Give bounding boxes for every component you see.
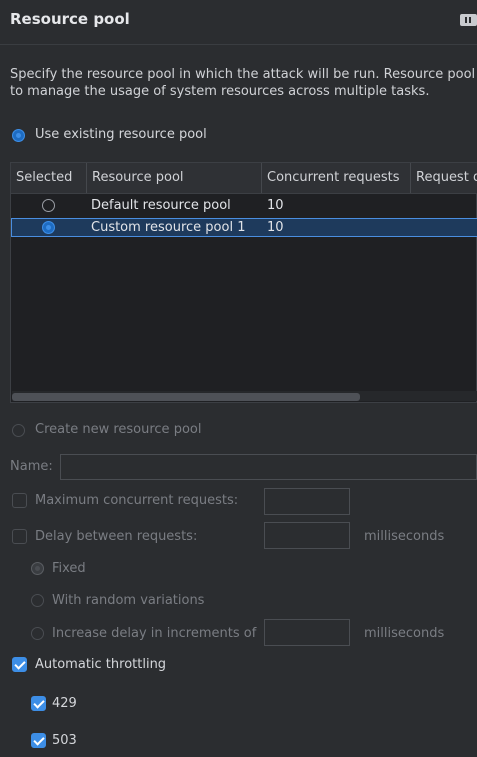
column-header-resource-pool[interactable]: Resource pool (87, 163, 262, 193)
column-header-concurrent-requests[interactable]: Concurrent requests (262, 163, 411, 193)
description-line-1: Specify the resource pool in which the a… (10, 67, 476, 82)
fixed-label: Fixed (52, 561, 86, 576)
increase-delay-radio[interactable] (31, 627, 44, 640)
max-concurrent-label: Maximum concurrent requests: (35, 493, 239, 508)
code-503-checkbox[interactable] (31, 733, 46, 748)
random-variations-label: With random variations (52, 593, 205, 608)
panel-header: Resource pool (0, 0, 477, 45)
row-concurrent-requests: 10 (267, 220, 284, 235)
delay-checkbox[interactable] (12, 529, 27, 544)
random-variations-radio[interactable] (31, 594, 44, 607)
table-header: Selected Resource pool Concurrent reques… (11, 163, 477, 194)
table-row[interactable]: Default resource pool 10 (11, 196, 477, 215)
name-label: Name: (10, 459, 53, 474)
code-429-label: 429 (52, 696, 77, 711)
code-503-label: 503 (52, 733, 77, 748)
column-header-request-delay[interactable]: Request d (411, 163, 477, 193)
description-line-2: to manage the usage of system resources … (10, 84, 430, 99)
column-header-selected[interactable]: Selected (11, 163, 87, 193)
table-row-selected[interactable]: Custom resource pool 1 10 (11, 218, 477, 237)
increase-delay-input[interactable] (264, 619, 350, 646)
name-input[interactable] (60, 454, 477, 480)
auto-throttling-label: Automatic throttling (35, 657, 167, 672)
row-select-radio[interactable] (42, 199, 55, 212)
use-existing-radio[interactable] (12, 129, 25, 142)
row-concurrent-requests: 10 (267, 198, 284, 213)
use-existing-label: Use existing resource pool (35, 127, 207, 142)
code-429-checkbox[interactable] (31, 696, 46, 711)
scrollbar-thumb[interactable] (12, 393, 360, 401)
horizontal-scrollbar[interactable] (12, 391, 477, 401)
description: Specify the resource pool in which the a… (10, 66, 477, 100)
fixed-radio[interactable] (31, 562, 44, 575)
delay-input[interactable] (264, 522, 350, 549)
delay-unit: milliseconds (364, 529, 445, 544)
pause-icon[interactable] (460, 14, 477, 26)
panel-title: Resource pool (10, 10, 130, 28)
row-select-radio[interactable] (42, 221, 55, 234)
increase-delay-unit: milliseconds (364, 626, 445, 641)
auto-throttling-checkbox[interactable] (12, 657, 27, 672)
increase-delay-label: Increase delay in increments of (52, 626, 257, 641)
resource-pool-table: Selected Resource pool Concurrent reques… (10, 162, 477, 403)
create-new-label: Create new resource pool (35, 422, 202, 437)
max-concurrent-checkbox[interactable] (12, 493, 27, 508)
max-concurrent-input[interactable] (264, 488, 350, 515)
delay-label: Delay between requests: (35, 529, 198, 544)
create-new-radio[interactable] (12, 424, 25, 437)
row-pool-name: Custom resource pool 1 (91, 220, 246, 235)
row-pool-name: Default resource pool (91, 198, 231, 213)
